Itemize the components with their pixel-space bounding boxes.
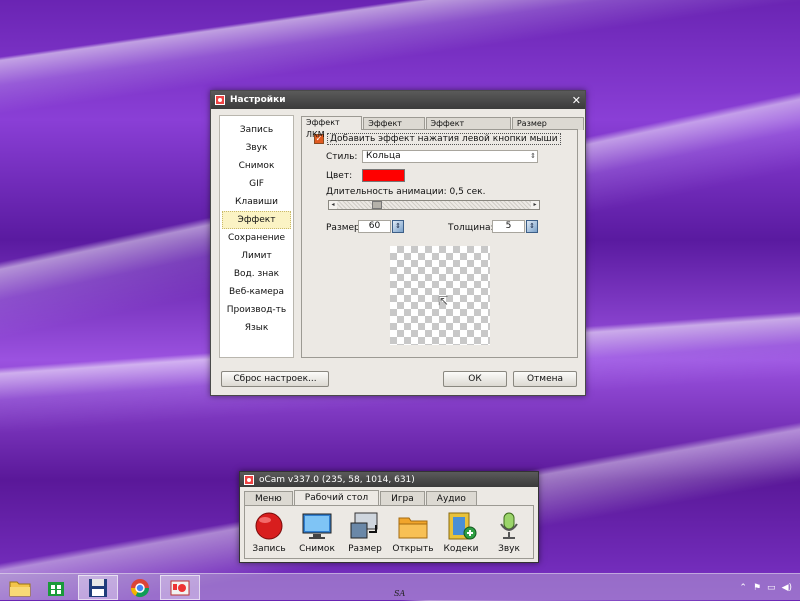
record-button[interactable]: Запись — [247, 512, 291, 554]
click-effect-checkbox-row[interactable]: ✓ Добавить эффект нажатия левой кнопки м… — [314, 133, 561, 145]
sidebar-item-sound[interactable]: Звук — [222, 139, 291, 157]
effect-tabs: Эффект ЛКМ Эффект ПКМ Эффект подсветки Р… — [301, 116, 585, 140]
settings-dialog: Настройки ✕ Запись Звук Снимок GIF Клави… — [210, 90, 586, 396]
thickness-label: Толщина: — [448, 223, 494, 233]
updown-arrow-icon: ⇕ — [530, 152, 536, 160]
size-spinner-icon[interactable]: ⇕ — [392, 220, 404, 233]
resize-icon — [349, 512, 381, 540]
sidebar-item-record[interactable]: Запись — [222, 121, 291, 139]
ocam-window: oCam v337.0 (235, 58, 1014, 631) Меню Ра… — [239, 471, 539, 563]
close-icon[interactable]: ✕ — [572, 94, 581, 107]
duration-slider[interactable]: ◂ ▸ — [328, 200, 540, 210]
flag-icon[interactable]: ⚑ — [753, 583, 761, 593]
ocam-toolbar: Запись Снимок Размер Открыть Кодеки Звук — [244, 505, 534, 559]
style-label: Стиль: — [326, 152, 358, 162]
color-swatch[interactable] — [362, 169, 405, 182]
sound-button[interactable]: Звук — [487, 512, 531, 554]
system-tray: ⌃ ⚑ ▭ ◀) — [739, 574, 800, 601]
monitor-icon — [301, 512, 333, 540]
duration-slider-thumb[interactable] — [371, 201, 382, 209]
ocam-icon[interactable] — [160, 575, 200, 600]
store-icon[interactable] — [36, 575, 76, 600]
sidebar-item-save[interactable]: Сохранение — [222, 229, 291, 247]
click-effect-checkbox-label[interactable]: Добавить эффект нажатия левой кнопки мыш… — [327, 133, 561, 145]
effect-panel: ✓ Добавить эффект нажатия левой кнопки м… — [301, 129, 578, 358]
style-select[interactable]: Кольца ⇕ — [362, 150, 538, 163]
chevron-up-icon[interactable]: ⌃ — [739, 583, 747, 593]
slider-right-arrow-icon[interactable]: ▸ — [531, 201, 539, 209]
open-button[interactable]: Открыть — [391, 512, 435, 554]
sidebar-item-webcam[interactable]: Веб-камера — [222, 283, 291, 301]
codecs-button[interactable]: Кодеки — [439, 512, 483, 554]
sidebar-item-snapshot[interactable]: Снимок — [222, 157, 291, 175]
reset-settings-button[interactable]: Сброс настроек... — [221, 371, 329, 387]
ocam-titlebar[interactable]: oCam v337.0 (235, 58, 1014, 631) — [240, 472, 538, 487]
duration-label: Длительность анимации: 0,5 сек. — [326, 187, 486, 197]
microphone-icon — [493, 512, 525, 540]
sidebar-item-watermark[interactable]: Вод. знак — [222, 265, 291, 283]
size-input[interactable]: 60 — [358, 220, 391, 233]
volume-icon[interactable]: ◀) — [782, 583, 792, 593]
sidebar-item-effect[interactable]: Эффект — [222, 211, 291, 229]
open-label: Открыть — [392, 544, 434, 554]
cancel-button[interactable]: Отмена — [513, 371, 577, 387]
settings-sidebar: Запись Звук Снимок GIF Клавиши Эффект Со… — [219, 115, 294, 358]
resize-button[interactable]: Размер — [343, 512, 387, 554]
codecs-label: Кодеки — [443, 544, 479, 554]
file-explorer-icon[interactable] — [0, 575, 40, 600]
snapshot-label: Снимок — [299, 544, 335, 554]
tab-desktop[interactable]: Рабочий стол — [293, 490, 380, 506]
taskbar: SA ⌃ ⚑ ▭ ◀) — [0, 573, 800, 600]
snapshot-button[interactable]: Снимок — [295, 512, 339, 554]
ocam-app-icon — [244, 474, 254, 485]
resize-label: Размер — [348, 544, 382, 554]
ocam-app-icon — [215, 95, 225, 105]
sidebar-item-performance[interactable]: Производ-ть — [222, 301, 291, 319]
ocam-tabs: Меню Рабочий стол Игра Аудио — [244, 490, 478, 506]
chrome-icon[interactable] — [120, 575, 160, 600]
tray-label: SA — [394, 589, 406, 598]
network-icon[interactable]: ▭ — [767, 583, 776, 593]
settings-titlebar[interactable]: Настройки ✕ — [211, 91, 585, 109]
slider-left-arrow-icon[interactable]: ◂ — [329, 201, 337, 209]
settings-title: Настройки — [230, 95, 286, 105]
sidebar-item-language[interactable]: Язык — [222, 319, 291, 337]
effect-preview: ⇱ — [390, 246, 490, 345]
mouse-cursor-icon: ⇱ — [438, 294, 449, 308]
tab-audio[interactable]: Аудио — [425, 491, 477, 506]
sidebar-item-gif[interactable]: GIF — [222, 175, 291, 193]
tab-game[interactable]: Игра — [380, 491, 425, 506]
color-label: Цвет: — [326, 171, 353, 181]
sidebar-item-hotkeys[interactable]: Клавиши — [222, 193, 291, 211]
codecs-icon — [445, 512, 477, 540]
ok-button[interactable]: ОК — [443, 371, 507, 387]
tab-menu[interactable]: Меню — [244, 491, 293, 506]
ocam-title: oCam v337.0 (235, 58, 1014, 631) — [259, 474, 415, 485]
thickness-input[interactable]: 5 — [492, 220, 525, 233]
sidebar-item-limit[interactable]: Лимит — [222, 247, 291, 265]
thickness-spinner-icon[interactable]: ⇕ — [526, 220, 538, 233]
tab-left-click-effect[interactable]: Эффект ЛКМ — [301, 116, 363, 139]
folder-icon — [397, 512, 429, 540]
save-app-icon[interactable] — [78, 575, 118, 600]
record-icon — [253, 512, 285, 540]
record-label: Запись — [252, 544, 286, 554]
style-select-value: Кольца — [366, 151, 401, 161]
sound-label: Звук — [498, 544, 520, 554]
